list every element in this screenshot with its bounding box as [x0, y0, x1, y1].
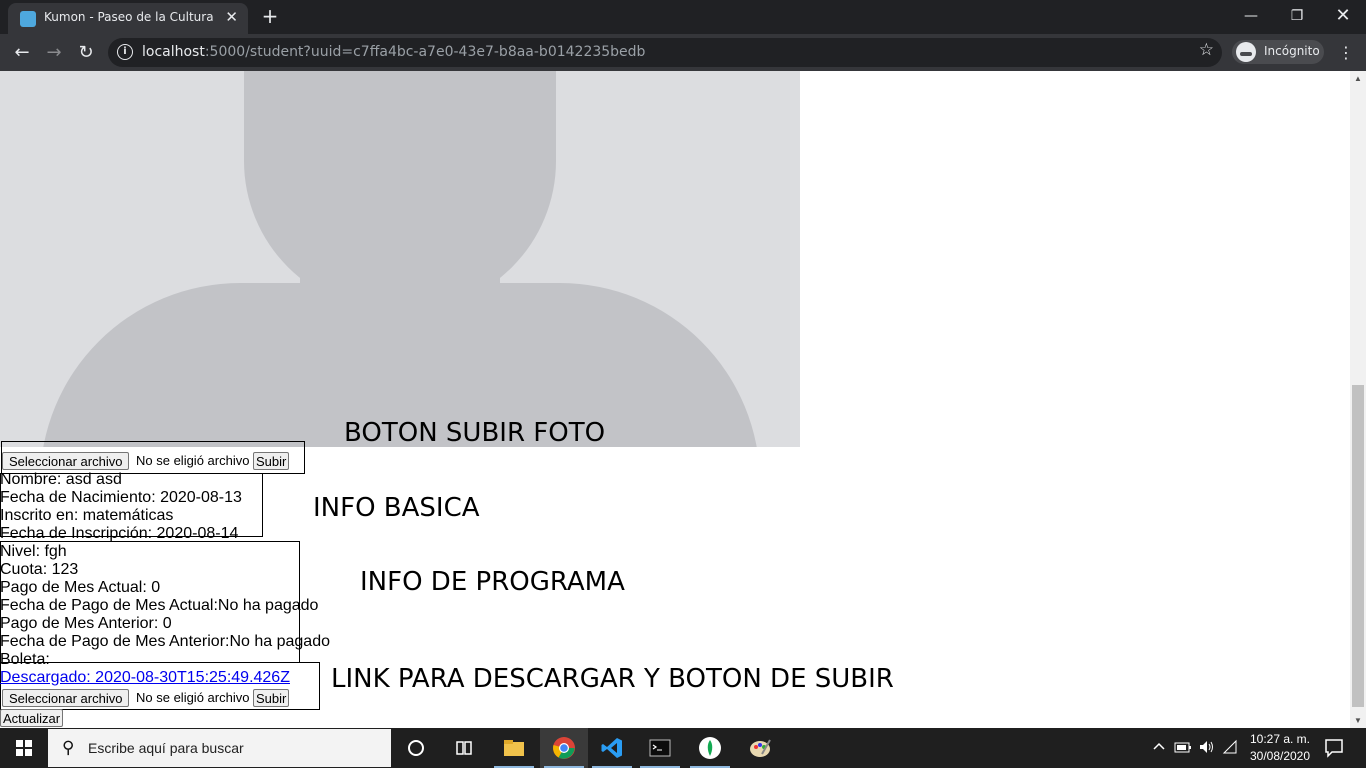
minimize-button[interactable]: — — [1228, 0, 1274, 34]
boleta-no-file-text: No se eligió archivo — [136, 690, 250, 705]
enrolled-subject: Inscrito en: matemáticas — [0, 507, 174, 524]
boleta-choose-file-button[interactable]: Seleccionar archivo — [2, 689, 130, 707]
bookmark-star-icon[interactable]: ☆ — [1199, 40, 1214, 60]
annotation-basic-info: INFO BASICA — [313, 493, 480, 523]
forward-button[interactable]: → — [40, 39, 68, 67]
new-tab-button[interactable]: + — [258, 3, 282, 29]
tray-chevron-up-icon[interactable] — [1152, 740, 1166, 754]
system-tray — [1150, 728, 1240, 768]
browser-menu-icon[interactable]: ⋮ — [1336, 39, 1356, 67]
annotation-download: LINK PARA DESCARGAR Y BOTON DE SUBIR — [331, 664, 894, 694]
address-bar[interactable]: i localhost:5000/student?uuid=c7ffa4bc-a… — [108, 38, 1222, 67]
paint-icon[interactable] — [736, 728, 784, 768]
windows-logo-icon — [16, 740, 32, 756]
cortana-icon[interactable] — [392, 728, 440, 768]
url-path: :5000/student?uuid=c7ffa4bc-a7e0-43e7-b8… — [204, 44, 646, 60]
browser-tab[interactable]: Kumon - Paseo de la Cultura ✕ — [8, 3, 248, 34]
photo-no-file-text: No se eligió archivo — [136, 453, 250, 468]
scroll-up-arrow-icon[interactable]: ▲ — [1354, 74, 1362, 83]
incognito-label: Incógnito — [1264, 44, 1320, 58]
photo-submit-button[interactable]: Subir — [253, 452, 290, 470]
enrollment-date: Fecha de Inscripción: 2020-08-14 — [0, 525, 239, 542]
scroll-down-arrow-icon[interactable]: ▼ — [1354, 716, 1362, 725]
scroll-thumb[interactable] — [1352, 385, 1364, 707]
level: Nivel: fgh — [0, 543, 67, 560]
taskbar-search-placeholder: Escribe aquí para buscar — [88, 740, 244, 756]
windows-taskbar: ⚲ Escribe aquí para buscar 10:27 a. m. 3… — [0, 728, 1366, 768]
taskbar-clock[interactable]: 10:27 a. m. 30/08/2020 — [1240, 731, 1320, 765]
reload-button[interactable]: ↻ — [72, 39, 100, 67]
file-explorer-icon[interactable] — [490, 728, 538, 768]
annotation-photo-upload: BOTON SUBIR FOTO — [344, 418, 606, 448]
battery-icon[interactable] — [1174, 740, 1192, 754]
network-icon[interactable] — [1222, 739, 1238, 755]
notifications-icon[interactable] — [1320, 736, 1348, 760]
incognito-indicator[interactable]: Incógnito — [1232, 40, 1324, 64]
task-view-icon[interactable] — [440, 728, 488, 768]
taskbar-search-box[interactable]: ⚲ Escribe aquí para buscar — [48, 729, 391, 767]
volume-icon[interactable] — [1198, 739, 1216, 755]
clock-date: 30/08/2020 — [1249, 749, 1311, 763]
previous-month-payment-date: Fecha de Pago de Mes Anterior:No ha paga… — [0, 633, 330, 650]
url-host: localhost — [142, 44, 205, 60]
previous-month-payment: Pago de Mes Anterior: 0 — [0, 615, 172, 632]
student-photo — [0, 71, 800, 447]
search-icon: ⚲ — [62, 738, 75, 758]
birth-date: Fecha de Nacimiento: 2020-08-13 — [0, 489, 242, 506]
student-name: Nombre: asd asd — [0, 471, 122, 488]
tab-title: Kumon - Paseo de la Cultura — [44, 10, 214, 24]
page-scrollbar[interactable]: ▲ ▼ — [1350, 71, 1366, 728]
tab-close-icon[interactable]: ✕ — [225, 8, 238, 26]
browser-toolbar: ← → ↻ i localhost:5000/student?uuid=c7ff… — [0, 34, 1366, 71]
fee: Cuota: 123 — [0, 561, 79, 578]
current-month-payment-date: Fecha de Pago de Mes Actual:No ha pagado — [0, 597, 319, 614]
current-month-payment: Pago de Mes Actual: 0 — [0, 579, 161, 596]
boleta-download-link[interactable]: Descargado: 2020-08-30T15:25:49.426Z — [0, 669, 290, 687]
vscode-icon[interactable] — [588, 728, 636, 768]
boleta-submit-button[interactable]: Subir — [253, 689, 290, 707]
chrome-icon[interactable] — [540, 728, 588, 768]
update-button[interactable]: Actualizar — [0, 709, 64, 727]
photo-choose-file-button[interactable]: Seleccionar archivo — [2, 452, 130, 470]
page-viewport: BOTON SUBIR FOTO INFO BASICA INFO DE PRO… — [0, 71, 1366, 728]
back-button[interactable]: ← — [8, 39, 36, 67]
url-text[interactable]: localhost:5000/student?uuid=c7ffa4bc-a7e… — [142, 44, 645, 60]
incognito-icon — [1236, 42, 1256, 62]
terminal-icon[interactable] — [636, 728, 684, 768]
boleta-label: Boleta: — [0, 651, 50, 668]
start-button[interactable] — [0, 728, 48, 768]
site-info-icon[interactable]: i — [117, 44, 133, 60]
clock-time: 10:27 a. m. — [1249, 732, 1311, 746]
react-favicon-icon — [20, 11, 36, 27]
annotation-program-info: INFO DE PROGRAMA — [360, 567, 625, 597]
browser-titlebar: Kumon - Paseo de la Cultura ✕ + — ❐ ✕ — [0, 0, 1366, 34]
maximize-button[interactable]: ❐ — [1274, 0, 1320, 34]
mongodb-icon[interactable] — [686, 728, 734, 768]
close-window-button[interactable]: ✕ — [1320, 0, 1366, 34]
